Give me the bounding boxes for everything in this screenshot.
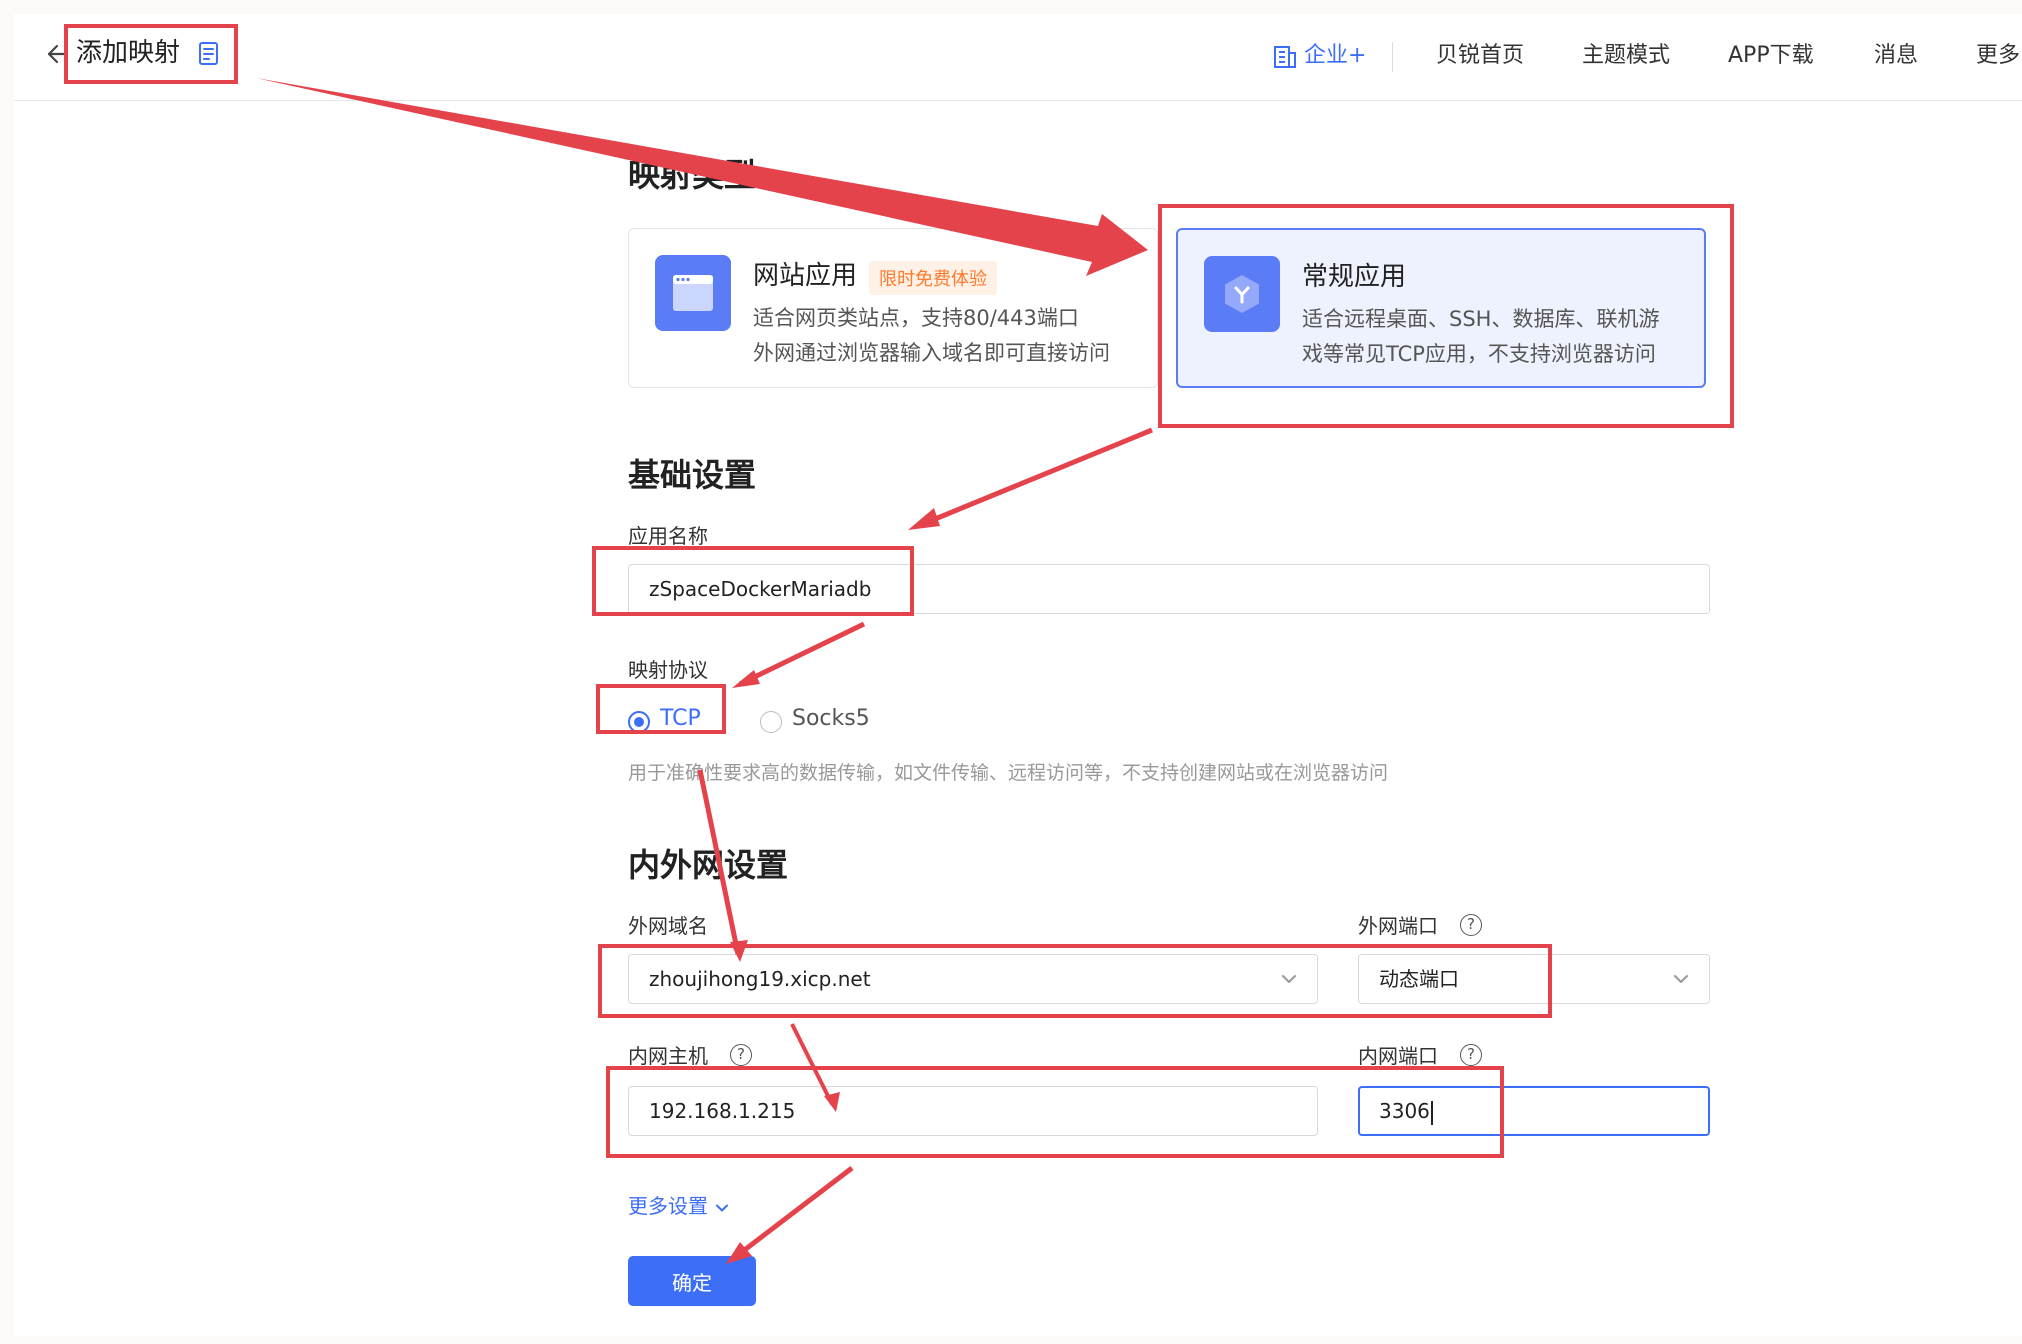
free-trial-badge: 限时免费体验 [869,261,997,295]
socks5-radio-label[interactable]: Socks5 [792,706,870,731]
browser-icon [655,255,731,331]
mapping-type-title: 映射类型 [628,156,757,194]
annotation-box-title [64,24,238,84]
more-settings-label: 更多设置 [628,1194,708,1218]
annotation-box-lan [606,1066,1504,1158]
website-app-card[interactable]: 网站应用 限时免费体验 适合网页类站点，支持80/443端口 外网通过浏览器输入… [628,228,1158,388]
basic-settings-title: 基础设置 [628,456,757,494]
network-settings-title: 内外网设置 [628,846,789,884]
chevron-down-icon [1674,975,1688,983]
annotation-box-tcp [596,684,726,734]
protocol-help-text: 用于准确性要求高的数据传输，如文件传输、远程访问等，不支持创建网站或在浏览器访问 [628,762,1389,784]
more-settings-link[interactable]: 更多设置 [628,1190,730,1219]
confirm-button[interactable]: 确定 [628,1256,756,1306]
annotation-box-domain-port [598,944,1552,1018]
annotation-box-general-card [1158,204,1734,428]
chevron-down-icon [716,1204,729,1211]
domain-label: 外网域名 [628,914,708,938]
lan-host-label: 内网主机 [628,1044,708,1068]
protocol-label: 映射协议 [628,658,708,682]
website-app-desc: 适合网页类站点，支持80/443端口 外网通过浏览器输入域名即可直接访问 [753,301,1153,371]
lan-port-label: 内网端口 [1358,1044,1438,1068]
website-desc-line1: 适合网页类站点，支持80/443端口 [753,306,1079,330]
ext-port-help-icon[interactable]: ? [1460,914,1482,936]
socks5-radio[interactable] [760,711,782,733]
ext-port-label: 外网端口 [1358,914,1438,938]
website-desc-line2: 外网通过浏览器输入域名即可直接访问 [753,341,1110,365]
lan-host-help-icon[interactable]: ? [730,1044,752,1066]
lan-port-help-icon[interactable]: ? [1460,1044,1482,1066]
website-app-title: 网站应用 [753,261,858,291]
annotation-box-app-name [592,546,914,616]
app-name-label: 应用名称 [628,524,708,548]
